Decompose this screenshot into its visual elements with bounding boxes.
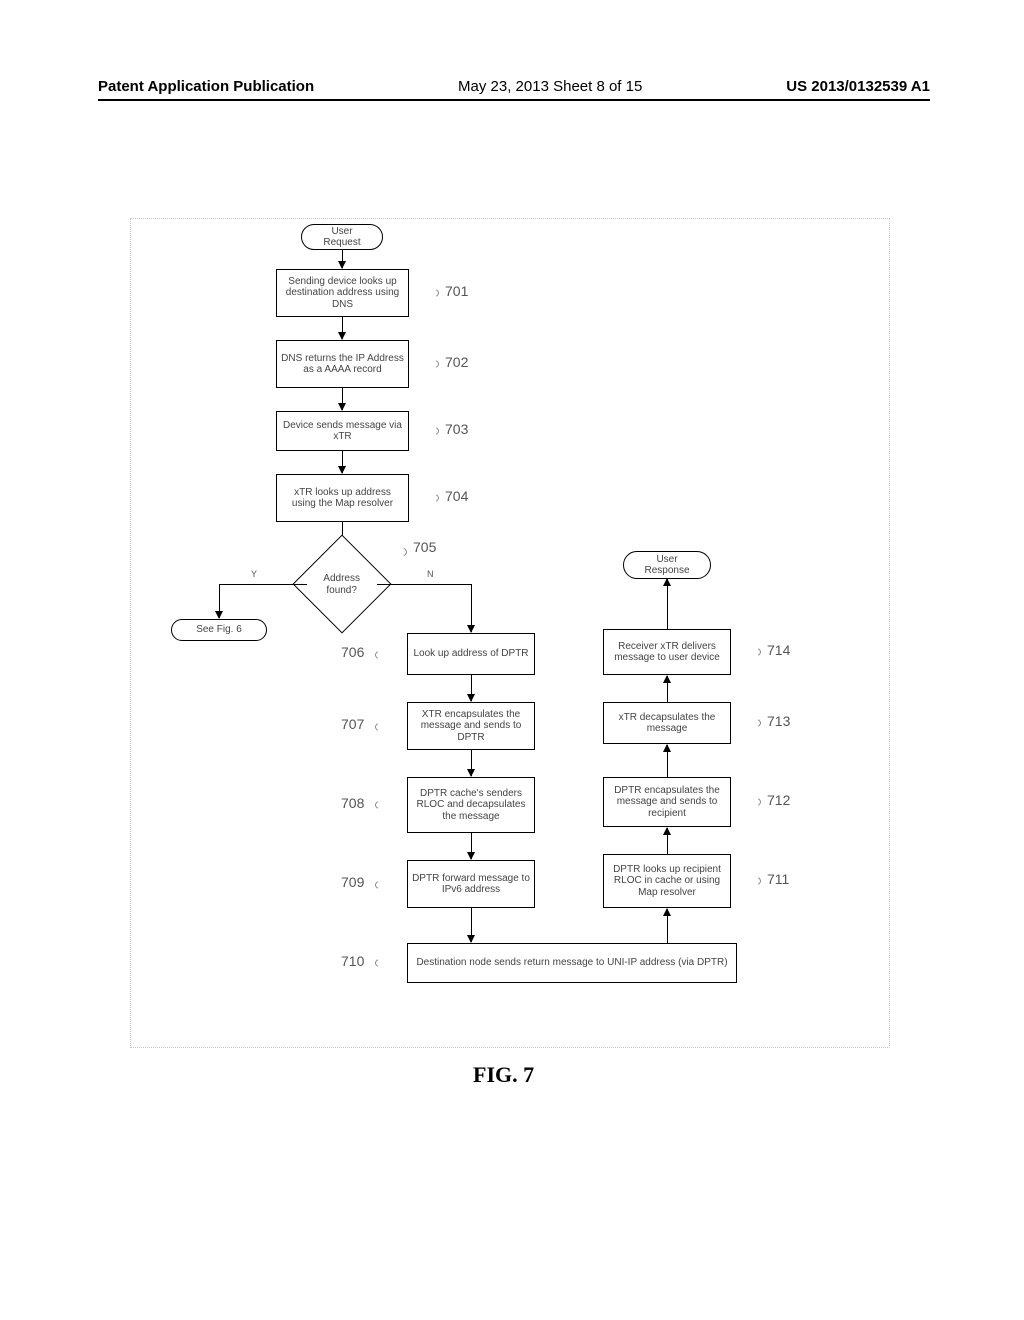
terminator-see-fig6: See Fig. 6 [171, 619, 267, 641]
leader [731, 646, 761, 658]
ref-704: 704 [445, 488, 468, 504]
step-702: DNS returns the IP Address as a AAAA rec… [276, 340, 409, 388]
arrow [667, 579, 668, 629]
decision-705-text: Address found? [312, 573, 372, 596]
step-713: xTR decapsulates the message [603, 702, 731, 744]
leader [375, 879, 405, 891]
leader [409, 358, 439, 370]
step-709-text: DPTR forward message to IPv6 address [412, 873, 530, 896]
arrow [667, 828, 668, 854]
ref-714: 714 [767, 642, 790, 658]
step-702-text: DNS returns the IP Address as a AAAA rec… [281, 353, 404, 376]
step-704: xTR looks up address using the Map resol… [276, 474, 409, 522]
step-710: Destination node sends return message to… [407, 943, 737, 983]
decision-no-label: N [427, 569, 434, 579]
leader [731, 717, 761, 729]
ref-709: 709 [341, 874, 364, 890]
terminator-user-request-text: User Request [323, 226, 360, 249]
step-713-text: xTR decapsulates the message [608, 712, 726, 735]
step-711-text: DPTR looks up recipient RLOC in cache or… [608, 864, 726, 899]
leader [409, 287, 439, 299]
step-706-text: Look up address of DPTR [413, 648, 528, 660]
leader [409, 425, 439, 437]
arrow [471, 584, 472, 632]
step-707-text: XTR encapsulates the message and sends t… [412, 709, 530, 744]
arrow [667, 745, 668, 777]
arrow [342, 317, 343, 339]
arrow [471, 675, 472, 701]
arrow [219, 584, 220, 618]
ref-703: 703 [445, 421, 468, 437]
terminator-user-response: User Response [623, 551, 711, 579]
step-703-text: Device sends message via xTR [281, 420, 404, 443]
page-header: Patent Application Publication May 23, 2… [98, 78, 930, 101]
step-701: Sending device looks up destination addr… [276, 269, 409, 317]
ref-710: 710 [341, 953, 364, 969]
step-708-text: DPTR cache's senders RLOC and decapsulat… [412, 788, 530, 823]
ref-707: 707 [341, 716, 364, 732]
leader [375, 721, 405, 733]
ref-705: 705 [413, 539, 436, 555]
leader [375, 799, 405, 811]
leader [371, 545, 407, 559]
header-right: US 2013/0132539 A1 [786, 78, 930, 95]
ref-706: 706 [341, 644, 364, 660]
header-left: Patent Application Publication [98, 78, 314, 95]
arrow [471, 833, 472, 859]
step-709: DPTR forward message to IPv6 address [407, 860, 535, 908]
ref-712: 712 [767, 792, 790, 808]
step-706: Look up address of DPTR [407, 633, 535, 675]
leader [731, 875, 761, 887]
step-704-text: xTR looks up address using the Map resol… [281, 487, 404, 510]
step-701-text: Sending device looks up destination addr… [281, 276, 404, 311]
leader [375, 649, 405, 661]
ref-708: 708 [341, 795, 364, 811]
arrow [471, 750, 472, 776]
leader [375, 957, 405, 969]
arrow [377, 584, 471, 585]
terminator-user-response-text: User Response [644, 554, 689, 577]
step-708: DPTR cache's senders RLOC and decapsulat… [407, 777, 535, 833]
header-mid: May 23, 2013 Sheet 8 of 15 [458, 78, 642, 95]
arrow [342, 388, 343, 410]
leader [731, 796, 761, 808]
arrow [219, 584, 307, 585]
ref-702: 702 [445, 354, 468, 370]
arrow [667, 676, 668, 702]
arrow [342, 250, 343, 268]
flowchart-canvas: User Request Sending device looks up des… [130, 218, 890, 1048]
ref-711: 711 [767, 871, 789, 887]
step-712: DPTR encapsulates the message and sends … [603, 777, 731, 827]
step-703: Device sends message via xTR [276, 411, 409, 451]
leader [409, 492, 439, 504]
step-711: DPTR looks up recipient RLOC in cache or… [603, 854, 731, 908]
figure-label: FIG. 7 [473, 1062, 534, 1088]
terminator-see-fig6-text: See Fig. 6 [196, 624, 242, 636]
ref-713: 713 [767, 713, 790, 729]
step-714-text: Receiver xTR delivers message to user de… [608, 641, 726, 664]
arrow [342, 451, 343, 473]
arrow [667, 909, 668, 943]
terminator-user-request: User Request [301, 224, 383, 250]
arrow [471, 908, 472, 942]
step-710-text: Destination node sends return message to… [416, 957, 727, 969]
step-707: XTR encapsulates the message and sends t… [407, 702, 535, 750]
step-714: Receiver xTR delivers message to user de… [603, 629, 731, 675]
ref-701: 701 [445, 283, 468, 299]
step-712-text: DPTR encapsulates the message and sends … [608, 785, 726, 820]
decision-yes-label: Y [251, 569, 257, 579]
